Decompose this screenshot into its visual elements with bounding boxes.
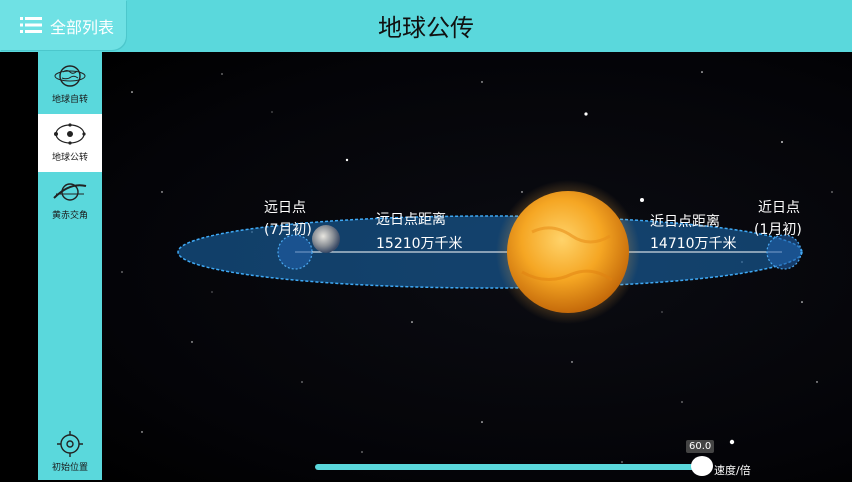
sidebar-item-ecliptic[interactable]: 黄赤交角	[38, 172, 102, 230]
aphelion-title: 远日点	[264, 200, 306, 216]
reset-position-button[interactable]: 初始位置	[38, 424, 102, 482]
speed-slider-track[interactable]	[315, 464, 703, 470]
orbit-canvas	[121, 71, 833, 463]
orbit-icon	[54, 123, 86, 145]
aphelion-distance-label: 远日点距离	[376, 212, 446, 228]
perihelion-title: 近日点	[758, 200, 800, 216]
earth[interactable]	[312, 225, 340, 253]
speed-label: 速度/倍	[714, 464, 751, 477]
header-bar: 全部列表 地球公传	[0, 0, 852, 52]
sidebar-item-label: 地球自转	[51, 95, 88, 105]
aphelion-date: (7月初)	[264, 222, 312, 238]
perihelion-marker	[766, 234, 802, 270]
sidebar-item-earth-rotation[interactable]: 地球自转	[38, 56, 102, 114]
orbit-scene: 远日点 (7月初) 远日点距离 15210万千米 近日点距离 14710万千米 …	[102, 52, 852, 480]
sidebar-item-label: 地球公转	[51, 153, 88, 163]
aphelion-distance-value: 15210万千米	[376, 236, 463, 252]
earth-rotation-icon	[54, 65, 86, 87]
reset-icon	[57, 431, 83, 457]
page-title: 地球公传	[378, 14, 474, 42]
sidebar: 地球自转 地球公转 黄赤交角 初始位置	[38, 52, 102, 480]
sidebar-item-orbit[interactable]: 地球公转	[38, 114, 102, 172]
perihelion-distance-value: 14710万千米	[650, 236, 737, 252]
speed-slider-handle[interactable]	[691, 456, 713, 476]
sidebar-item-label: 黄赤交角	[51, 211, 88, 221]
sun	[507, 191, 629, 313]
perihelion-date: (1月初)	[754, 222, 802, 238]
ecliptic-icon	[53, 183, 87, 201]
sidebar-item-label: 初始位置	[51, 463, 88, 473]
aphelion-marker	[277, 234, 313, 270]
perihelion-distance-label: 近日点距离	[650, 214, 720, 230]
speed-value-tooltip: 60.0	[686, 440, 715, 453]
